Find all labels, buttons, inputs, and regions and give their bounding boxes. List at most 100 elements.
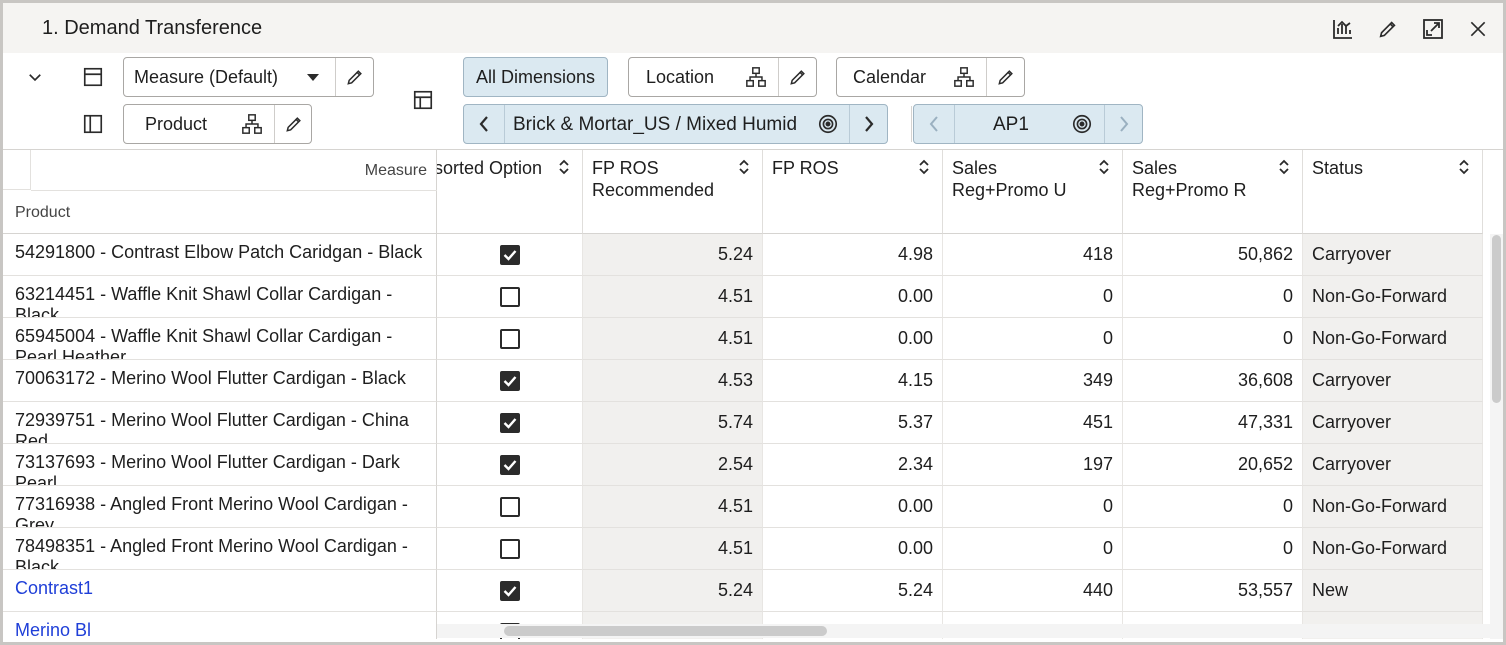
sales-units-cell[interactable]: 440 [943, 570, 1123, 612]
sales-retail-cell[interactable]: 50,862 [1123, 234, 1303, 276]
calendar-value: AP1 [993, 114, 1029, 135]
product-name[interactable]: Contrast1 [15, 578, 430, 599]
column-header-label: Sales Reg+Promo R [1132, 158, 1247, 200]
col-sales-retail-header[interactable]: Sales Reg+Promo R [1123, 150, 1303, 234]
assorted-option-cell[interactable] [437, 360, 583, 402]
assorted-checkbox[interactable] [499, 538, 520, 559]
sales-retail-cell[interactable]: 0 [1123, 528, 1303, 570]
edit-product-icon[interactable] [275, 105, 313, 143]
sales-units-cell[interactable]: 197 [943, 444, 1123, 486]
pivot-layout-icon[interactable] [409, 86, 437, 114]
sales-units-cell[interactable]: 0 [943, 486, 1123, 528]
hierarchy-icon[interactable] [238, 105, 266, 143]
sort-icon[interactable] [1278, 158, 1290, 176]
assorted-option-cell[interactable] [437, 402, 583, 444]
assorted-checkbox[interactable] [499, 412, 520, 433]
col-fp-ros-recommended-header[interactable]: FP ROS Recommended [583, 150, 763, 234]
location-prev-chevron-icon[interactable] [464, 105, 504, 143]
assorted-option-cell[interactable] [437, 276, 583, 318]
hierarchy-icon[interactable] [742, 58, 770, 96]
sales-units-cell[interactable]: 0 [943, 318, 1123, 360]
fp-ros-cell[interactable]: 5.24 [763, 570, 943, 612]
edit-calendar-icon[interactable] [987, 58, 1025, 96]
window-header: 1. Demand Transference [3, 3, 1503, 53]
fp-ros-cell[interactable]: 0.00 [763, 318, 943, 360]
sales-retail-cell[interactable]: 47,331 [1123, 402, 1303, 444]
sort-icon[interactable] [1098, 158, 1110, 176]
close-icon[interactable] [1464, 15, 1492, 43]
sales-retail-cell[interactable]: 0 [1123, 318, 1303, 360]
assorted-checkbox[interactable] [499, 580, 520, 601]
assorted-checkbox[interactable] [499, 370, 520, 391]
fp-ros-recommended-cell: 5.24 [583, 234, 763, 276]
sales-retail-cell[interactable]: 0 [1123, 486, 1303, 528]
table-row-header[interactable]: Merino Bl [3, 612, 437, 639]
assorted-option-cell[interactable] [437, 528, 583, 570]
location-dimension[interactable]: Location [628, 57, 817, 97]
edit-icon[interactable] [1374, 15, 1402, 43]
col-fp-ros-header[interactable]: FP ROS [763, 150, 943, 234]
sales-units-cell[interactable]: 0 [943, 276, 1123, 318]
assorted-option-cell[interactable] [437, 486, 583, 528]
target-icon[interactable] [810, 105, 846, 143]
sort-icon[interactable] [558, 158, 570, 176]
chevron-down-icon[interactable] [302, 58, 324, 96]
location-next-chevron-icon[interactable] [850, 105, 888, 143]
corner-cell [3, 150, 31, 190]
fp-ros-cell[interactable]: 5.37 [763, 402, 943, 444]
hierarchy-icon[interactable] [950, 58, 978, 96]
assorted-checkbox[interactable] [499, 454, 520, 475]
sort-icon[interactable] [738, 158, 750, 176]
col-sales-units-header[interactable]: Sales Reg+Promo U [943, 150, 1123, 234]
expand-icon[interactable] [1419, 15, 1447, 43]
edit-measure-icon[interactable] [336, 58, 374, 96]
measure-axis-label: Measure [364, 162, 427, 179]
assorted-option-cell[interactable] [437, 444, 583, 486]
assorted-option-cell[interactable] [437, 570, 583, 612]
sales-units-cell[interactable]: 418 [943, 234, 1123, 276]
layout-rows-icon[interactable] [79, 63, 107, 91]
layout-columns-icon[interactable] [79, 110, 107, 138]
edit-location-icon[interactable] [779, 58, 817, 96]
calendar-dimension[interactable]: Calendar [836, 57, 1025, 97]
table-row-header[interactable]: Contrast1 [3, 570, 437, 612]
sort-icon[interactable] [918, 158, 930, 176]
fp-ros-cell[interactable]: 0.00 [763, 528, 943, 570]
target-icon[interactable] [1064, 105, 1100, 143]
horizontal-scroll-thumb[interactable] [504, 626, 827, 636]
col-status-header[interactable]: Status [1303, 150, 1483, 234]
collapse-toolbar-chevron-icon[interactable] [21, 63, 49, 91]
assorted-checkbox[interactable] [499, 496, 520, 517]
fp-ros-cell[interactable]: 0.00 [763, 486, 943, 528]
column-header-label: Status [1312, 158, 1364, 178]
sales-retail-cell[interactable]: 53,557 [1123, 570, 1303, 612]
sales-units-cell[interactable]: 0 [943, 528, 1123, 570]
fp-ros-cell[interactable]: 4.98 [763, 234, 943, 276]
fp-ros-cell[interactable]: 0.00 [763, 276, 943, 318]
assorted-checkbox[interactable] [499, 328, 520, 349]
sort-icon[interactable] [1458, 158, 1470, 176]
measure-select[interactable]: Measure (Default) [123, 57, 374, 97]
assorted-option-cell[interactable] [437, 234, 583, 276]
col-assorted-option-header[interactable]: sorted Option [437, 150, 583, 234]
sales-retail-cell[interactable]: 20,652 [1123, 444, 1303, 486]
sales-retail-cell[interactable]: 0 [1123, 276, 1303, 318]
product-name[interactable]: Merino Bl [15, 620, 430, 639]
calendar-prev-chevron-icon[interactable] [914, 105, 954, 143]
horizontal-scrollbar[interactable] [437, 624, 1490, 638]
fp-ros-cell[interactable]: 2.34 [763, 444, 943, 486]
assorted-checkbox[interactable] [499, 286, 520, 307]
assorted-option-cell[interactable] [437, 318, 583, 360]
assorted-checkbox[interactable] [499, 244, 520, 265]
vertical-scrollbar[interactable] [1490, 234, 1503, 639]
all-dimensions-button[interactable]: All Dimensions [463, 57, 608, 97]
sales-units-cell[interactable]: 349 [943, 360, 1123, 402]
vertical-scroll-thumb[interactable] [1492, 235, 1501, 403]
fp-ros-recommended-cell: 4.51 [583, 486, 763, 528]
fp-ros-cell[interactable]: 4.15 [763, 360, 943, 402]
sales-units-cell[interactable]: 451 [943, 402, 1123, 444]
calendar-next-chevron-icon[interactable] [1105, 105, 1143, 143]
sales-retail-cell[interactable]: 36,608 [1123, 360, 1303, 402]
chart-icon[interactable] [1329, 15, 1357, 43]
product-dimension[interactable]: Product [123, 104, 312, 144]
